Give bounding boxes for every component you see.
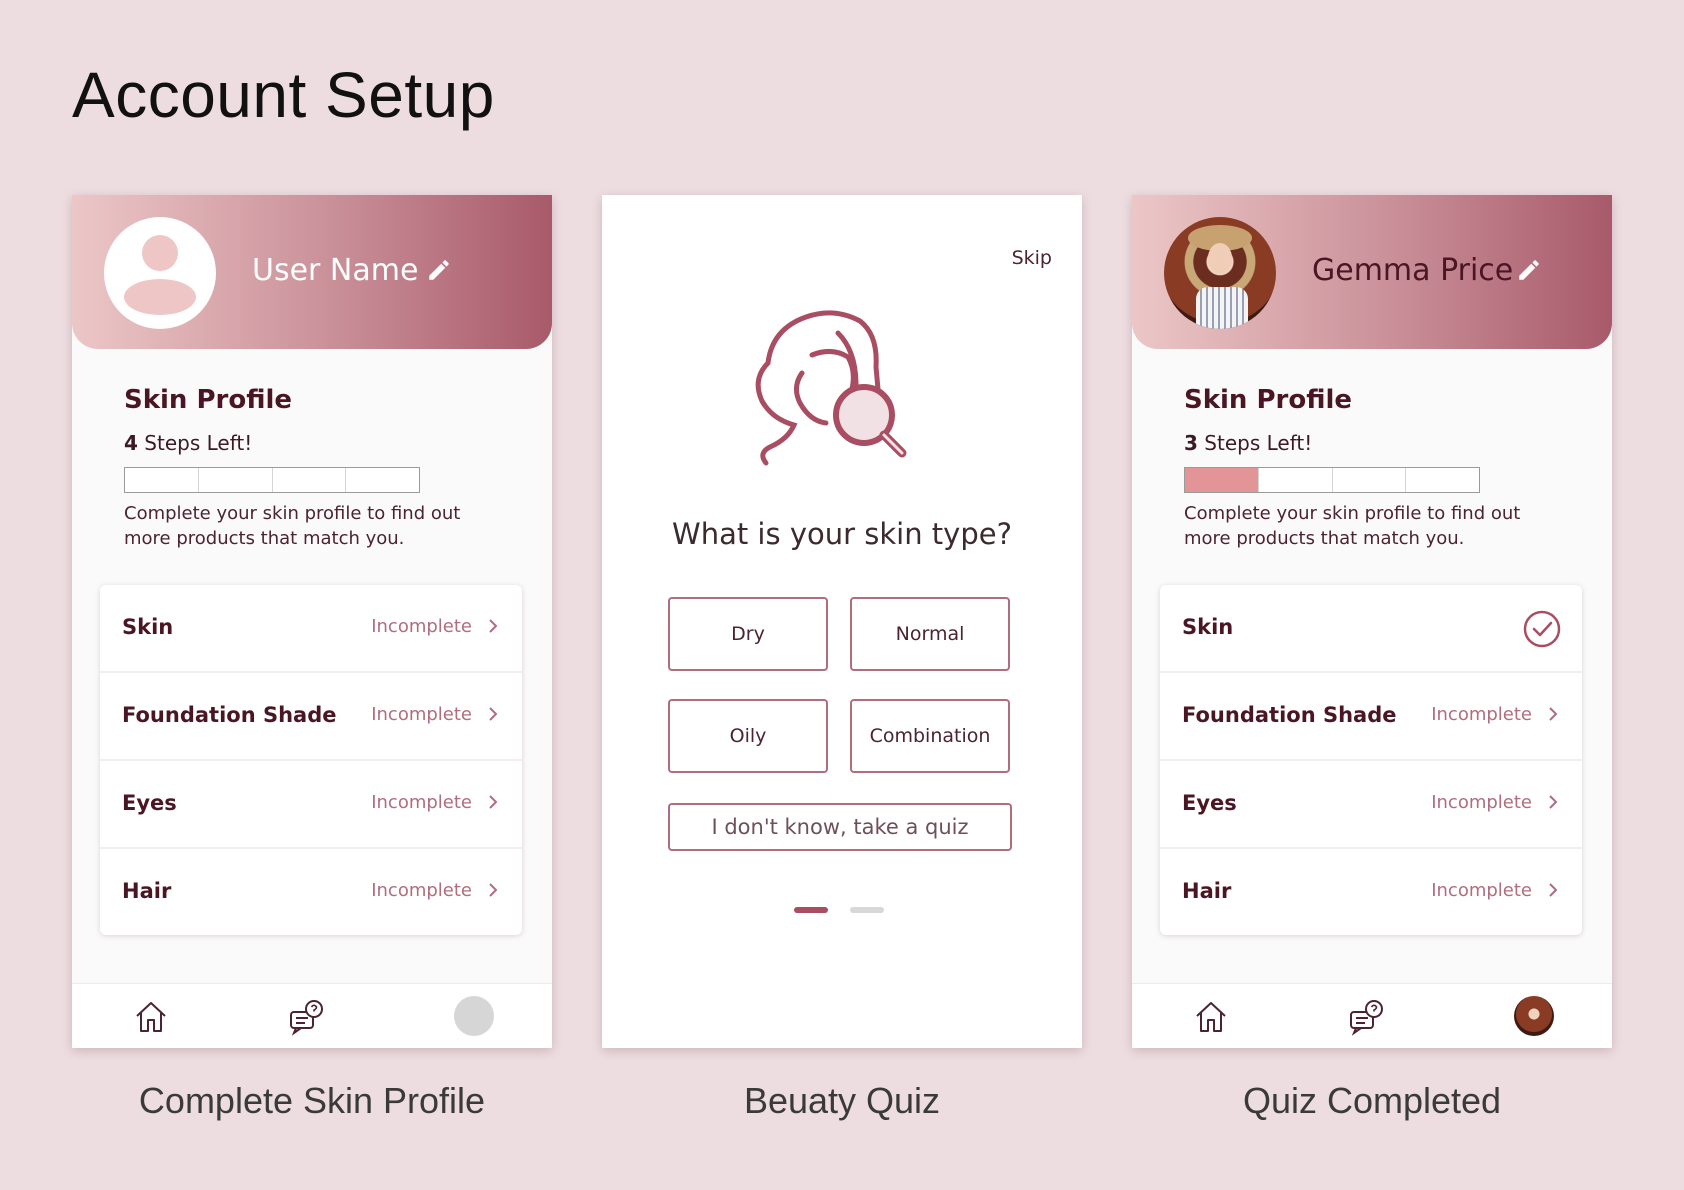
row-label: Foundation Shade	[1182, 703, 1397, 727]
progress-segment	[1333, 468, 1407, 492]
row-skin[interactable]: Skin	[1160, 585, 1582, 673]
row-label: Hair	[1182, 879, 1232, 903]
profile-description: Complete your skin profile to find out m…	[1184, 503, 1521, 549]
user-name: User Name	[252, 253, 419, 288]
progress-segment	[125, 468, 199, 492]
pagination-dot-active[interactable]	[794, 907, 828, 913]
status-text: Incomplete	[371, 704, 472, 725]
pencil-icon[interactable]	[1516, 257, 1542, 283]
avatar-icon[interactable]	[454, 996, 494, 1036]
avatar-shirt-shape	[1196, 287, 1248, 329]
progress-bar	[1184, 467, 1480, 493]
option-oily[interactable]: Oily	[668, 699, 828, 773]
progress-segment	[273, 468, 347, 492]
progress-segment	[1259, 468, 1333, 492]
chevron-right-icon	[1549, 795, 1558, 809]
chevron-right-icon	[1549, 707, 1558, 721]
avatar-icon[interactable]	[1514, 996, 1554, 1036]
steps-left: 3 Steps Left!	[1184, 431, 1312, 455]
row-eyes[interactable]: Eyes Incomplete	[100, 761, 522, 849]
chat-question-icon[interactable]	[1348, 998, 1386, 1036]
row-skin[interactable]: Skin Incomplete	[100, 585, 522, 673]
face-magnifier-icon	[755, 310, 907, 466]
status-text: Incomplete	[1431, 704, 1532, 725]
profile-header: User Name	[72, 195, 552, 349]
avatar-body-shape	[124, 279, 196, 315]
chevron-right-icon	[1549, 883, 1558, 897]
row-label: Eyes	[122, 791, 177, 815]
status-text: Incomplete	[1431, 880, 1532, 901]
steps-count: 4	[124, 431, 138, 455]
steps-text: Steps Left!	[137, 431, 253, 455]
profile-sections-card: Skin Foundation Shade Incomplete Eyes In…	[1160, 585, 1582, 935]
page-title: Account Setup	[72, 59, 495, 131]
row-hair[interactable]: Hair Incomplete	[1160, 849, 1582, 935]
bottom-tab-bar	[1132, 983, 1612, 1048]
check-circle-icon	[1523, 610, 1561, 648]
caption-beauty-quiz: Beuaty Quiz	[743, 1080, 941, 1121]
row-foundation-shade[interactable]: Foundation Shade Incomplete	[1160, 673, 1582, 761]
profile-header: Gemma Price	[1132, 195, 1612, 349]
skin-profile-title: Skin Profile	[124, 385, 293, 415]
chevron-right-icon	[489, 707, 498, 721]
chevron-right-icon	[489, 619, 498, 633]
home-icon[interactable]	[1192, 998, 1230, 1036]
status-text: Incomplete	[371, 616, 472, 637]
row-eyes[interactable]: Eyes Incomplete	[1160, 761, 1582, 849]
row-label: Skin	[1182, 615, 1234, 639]
avatar-photo[interactable]	[1164, 217, 1276, 329]
home-icon[interactable]	[132, 998, 170, 1036]
chat-question-icon[interactable]	[288, 998, 326, 1036]
screen-beauty-quiz: Skip What is your skin type? Dry Normal …	[602, 195, 1082, 1048]
status-text: Incomplete	[1431, 792, 1532, 813]
profile-sections-card: Skin Incomplete Foundation Shade Incompl…	[100, 585, 522, 935]
user-name: Gemma Price	[1312, 253, 1514, 288]
caption-quiz-completed: Quiz Completed	[1242, 1080, 1502, 1121]
progress-segment	[346, 468, 419, 492]
progress-segment	[1406, 468, 1479, 492]
progress-segment	[1185, 468, 1259, 492]
chevron-right-icon	[489, 795, 498, 809]
caption-complete-skin-profile: Complete Skin Profile	[138, 1080, 486, 1121]
quiz-question: What is your skin type?	[672, 517, 1012, 551]
screen-complete-skin-profile: User Name Skin Profile 4 Steps Left! Com…	[72, 195, 552, 1048]
row-foundation-shade[interactable]: Foundation Shade Incomplete	[100, 673, 522, 761]
avatar-placeholder[interactable]	[104, 217, 216, 329]
status-text: Incomplete	[371, 880, 472, 901]
steps-text: Steps Left!	[1197, 431, 1313, 455]
skip-link[interactable]: Skip	[1012, 247, 1052, 269]
avatar-head-shape	[142, 235, 178, 271]
status-text: Incomplete	[371, 792, 472, 813]
progress-bar	[124, 467, 420, 493]
pagination-dot[interactable]	[850, 907, 884, 913]
bottom-tab-bar	[72, 983, 552, 1048]
avatar-face-shape	[1208, 243, 1232, 273]
row-label: Eyes	[1182, 791, 1237, 815]
take-quiz-button[interactable]: I don't know, take a quiz	[668, 803, 1012, 851]
row-label: Hair	[122, 879, 172, 903]
option-normal[interactable]: Normal	[850, 597, 1010, 671]
chevron-right-icon	[489, 883, 498, 897]
option-dry[interactable]: Dry	[668, 597, 828, 671]
profile-description: Complete your skin profile to find out m…	[124, 503, 461, 549]
row-label: Skin	[122, 615, 174, 639]
steps-count: 3	[1184, 431, 1198, 455]
steps-left: 4 Steps Left!	[124, 431, 252, 455]
row-label: Foundation Shade	[122, 703, 337, 727]
progress-segment	[199, 468, 273, 492]
row-hair[interactable]: Hair Incomplete	[100, 849, 522, 935]
screen-quiz-completed: Gemma Price Skin Profile 3 Steps Left! C…	[1132, 195, 1612, 1048]
option-combination[interactable]: Combination	[850, 699, 1010, 773]
pencil-icon[interactable]	[426, 257, 452, 283]
skin-profile-title: Skin Profile	[1184, 385, 1353, 415]
